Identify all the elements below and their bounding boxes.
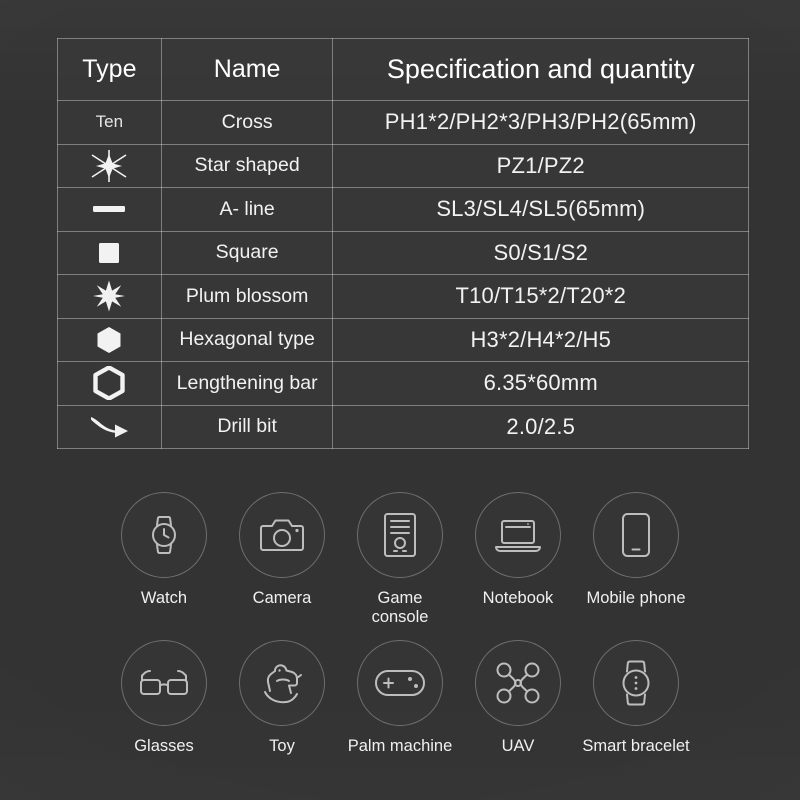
cell-type — [57, 317, 162, 362]
desktop-tower-icon — [357, 492, 443, 578]
filled-square-icon — [58, 232, 161, 275]
drone-icon — [475, 640, 561, 726]
table-header-row: Type Name Specification and quantity — [57, 38, 749, 101]
cell-name: Lengthening bar — [160, 361, 334, 406]
cell-name: Hexagonal type — [160, 317, 334, 362]
cell-specification: 2.0/2.5 — [332, 404, 749, 449]
product-icon-label: Toy — [269, 737, 295, 755]
watch-icon — [121, 492, 207, 578]
product-icon-row-1: Watch Camera Game console Notebook Mobile ph… — [0, 492, 800, 628]
product-icon-item: Smart bracelet — [577, 640, 695, 756]
table-row: Lengthening bar 6.35*60mm — [57, 361, 749, 406]
cell-specification: T10/T15*2/T20*2 — [332, 274, 749, 319]
cell-type — [57, 230, 162, 275]
laptop-icon — [475, 492, 561, 578]
table-row: Ten Cross PH1*2/PH2*3/PH3/PH2(65mm) — [57, 100, 749, 145]
table-body: Ten Cross PH1*2/PH2*3/PH3/PH2(65mm) Star sh… — [57, 100, 749, 449]
six-point-star-icon — [58, 145, 161, 188]
product-icon-label: UAV — [501, 737, 535, 755]
table-row: Drill bit 2.0/2.5 — [57, 404, 749, 449]
product-icon-item: Palm machine — [341, 640, 459, 756]
cell-name: Square — [160, 230, 334, 275]
rocking-horse-icon — [239, 640, 325, 726]
gamepad-icon — [357, 640, 443, 726]
product-icon-item: Glasses — [105, 640, 223, 756]
smartphone-icon — [593, 492, 679, 578]
product-icon-label: Glasses — [134, 737, 194, 755]
product-icon-item: Camera — [223, 492, 341, 628]
cell-type — [57, 274, 162, 319]
product-icon-label: Smart bracelet — [582, 737, 690, 755]
hollow-hexagon-icon — [58, 362, 161, 405]
specification-table: Type Name Specification and quantity Ten… — [57, 38, 749, 449]
table-row: Star shaped PZ1/PZ2 — [57, 143, 749, 188]
cell-name: Plum blossom — [160, 274, 334, 319]
column-header-type: Type — [57, 38, 162, 101]
cell-specification: 6.35*60mm — [332, 361, 749, 406]
cell-specification: H3*2/H4*2/H5 — [332, 317, 749, 362]
cell-name: Drill bit — [160, 404, 334, 449]
table-row: A- line SL3/SL4/SL5(65mm) — [57, 187, 749, 232]
camera-icon — [239, 492, 325, 578]
table-row: Hexagonal type H3*2/H4*2/H5 — [57, 317, 749, 362]
torx-star-icon — [58, 275, 161, 318]
cell-specification: S0/S1/S2 — [332, 230, 749, 275]
product-icon-label: Notebook — [482, 589, 554, 607]
product-icon-label: Mobile phone — [586, 589, 686, 607]
product-icon-item: Game console — [341, 492, 459, 628]
type-label: Ten — [95, 112, 124, 132]
cell-specification: PZ1/PZ2 — [332, 143, 749, 188]
product-icon-label: Camera — [252, 589, 312, 607]
cell-name: Cross — [160, 100, 334, 145]
cell-type — [57, 143, 162, 188]
product-icon-item: UAV — [459, 640, 577, 756]
product-icon-label: Game console — [371, 589, 429, 627]
cell-name: A- line — [160, 187, 334, 232]
column-header-specification: Specification and quantity — [332, 38, 749, 101]
product-icon-label: Watch — [140, 589, 188, 607]
table-row: Plum blossom T10/T15*2/T20*2 — [57, 274, 749, 319]
product-icon-item: Notebook — [459, 492, 577, 628]
dash-bar-icon — [58, 188, 161, 231]
product-icon-item: Mobile phone — [577, 492, 695, 628]
cell-type — [57, 404, 162, 449]
cell-specification: SL3/SL4/SL5(65mm) — [332, 187, 749, 232]
cell-type — [57, 361, 162, 406]
cell-name: Star shaped — [160, 143, 334, 188]
page-root: Type Name Specification and quantity Ten… — [0, 0, 800, 800]
cell-type: Ten — [57, 100, 162, 145]
filled-hexagon-icon — [58, 319, 161, 362]
column-header-name: Name — [160, 38, 334, 101]
smart-bracelet-icon — [593, 640, 679, 726]
product-icon-label: Palm machine — [347, 737, 453, 755]
cell-type — [57, 187, 162, 232]
table-row: Square S0/S1/S2 — [57, 230, 749, 275]
product-icon-item: Watch — [105, 492, 223, 628]
cell-specification: PH1*2/PH2*3/PH3/PH2(65mm) — [332, 100, 749, 145]
table-header: Type Name Specification and quantity — [57, 38, 749, 101]
product-icon-item: Toy — [223, 640, 341, 756]
drill-bit-icon — [58, 406, 161, 449]
glasses-icon — [121, 640, 207, 726]
product-icon-row-2: Glasses Toy Palm machine UAV Smart bracelet — [0, 640, 800, 756]
